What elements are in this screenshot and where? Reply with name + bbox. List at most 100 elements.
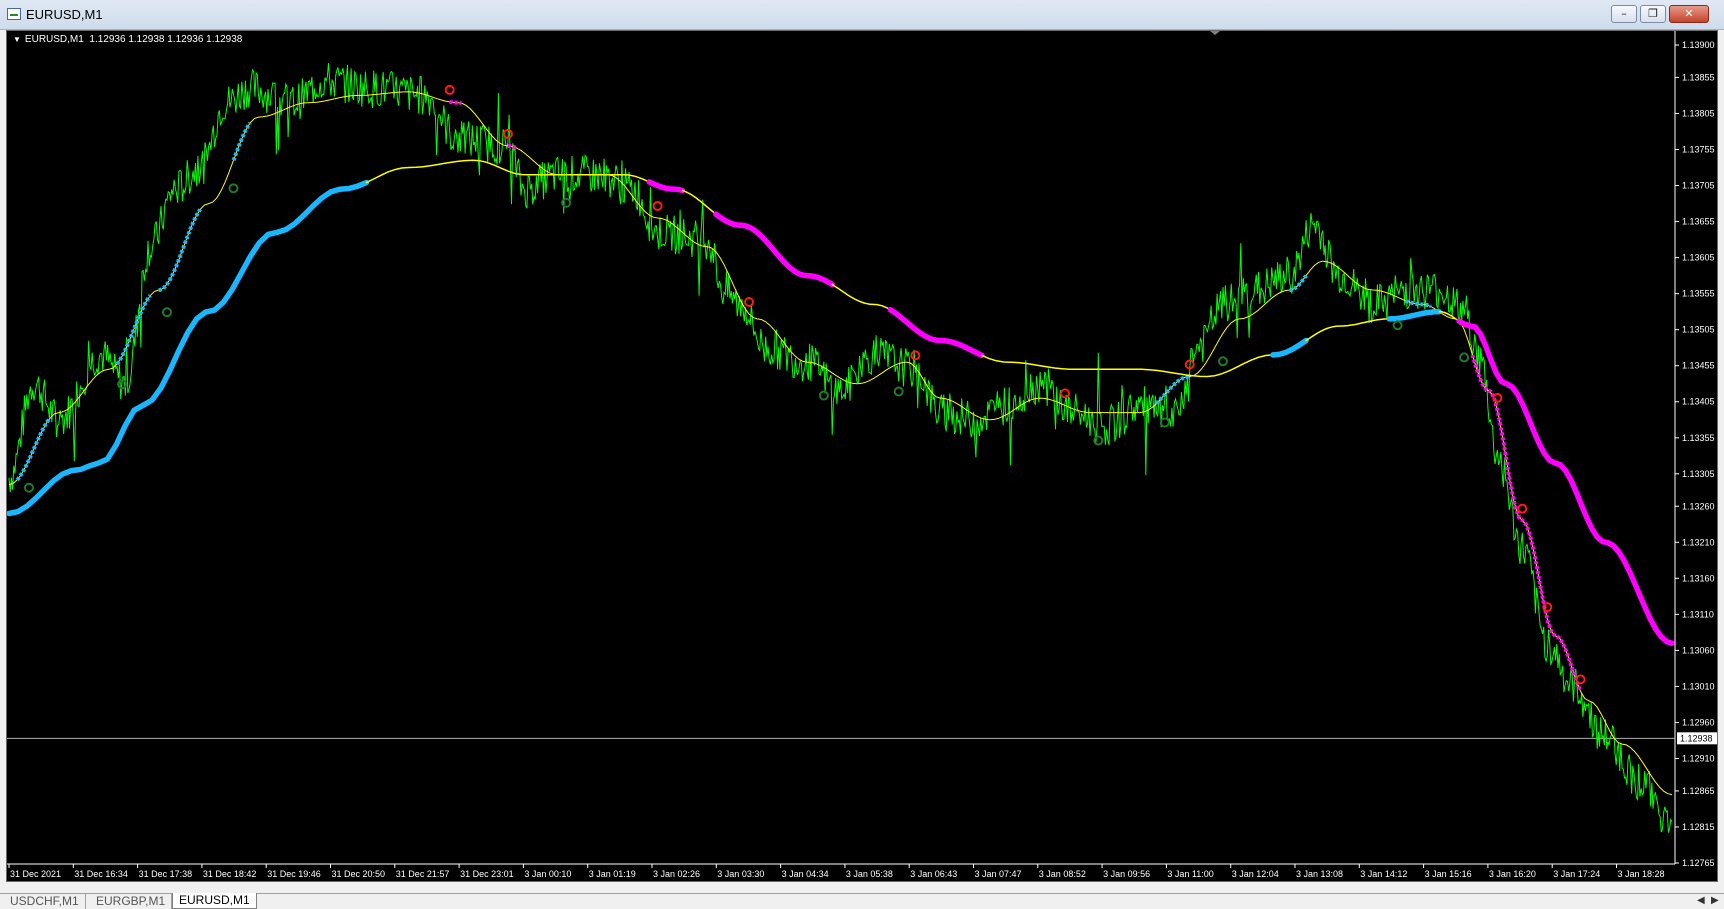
slow-ma-segment-neutral xyxy=(365,159,651,184)
scroll-right-icon[interactable]: ▶ xyxy=(1711,895,1719,906)
y-tick-label: 1.13060 xyxy=(1682,645,1715,655)
x-tick-label: 3 Jan 09:56 xyxy=(1103,869,1150,879)
sell-arrow-icon xyxy=(910,350,921,361)
y-tick-label: 1.13755 xyxy=(1682,145,1715,155)
price-line xyxy=(8,63,1673,833)
x-tick-label: 31 Dec 21:57 xyxy=(396,869,450,879)
y-tick-label: 1.13505 xyxy=(1682,325,1715,335)
y-tick-label: 1.13210 xyxy=(1682,537,1715,547)
sell-arrow-icon xyxy=(1060,388,1071,399)
x-tick-label: 3 Jan 08:52 xyxy=(1039,869,1086,879)
tab-eurusd[interactable]: EURUSD,M1 xyxy=(172,893,257,909)
fast-trend-segment xyxy=(1470,354,1583,693)
y-tick-label: 1.12960 xyxy=(1682,717,1715,727)
x-tick-label: 3 Jan 01:19 xyxy=(589,869,636,879)
dropdown-triangle-icon[interactable]: ▼ xyxy=(13,35,21,44)
buy-arrow-icon xyxy=(1217,356,1228,367)
x-tick-label: 3 Jan 16:20 xyxy=(1489,869,1536,879)
chart-area[interactable]: 1.13900 1.13855 1.13805 1.13755 1.13705 1.136… xyxy=(6,30,1718,882)
current-price-label: 1.12938 xyxy=(1680,733,1713,743)
slow-ma-segment-neutral xyxy=(681,189,717,215)
sell-arrow-icon xyxy=(1492,392,1503,403)
y-tick-label: 1.13455 xyxy=(1682,361,1715,371)
fast-trend-segment xyxy=(231,121,252,162)
y-tick-label: 1.13555 xyxy=(1682,289,1715,299)
chart-shift-marker-icon xyxy=(1210,31,1220,35)
buy-arrow-icon xyxy=(1392,320,1403,331)
x-tick-label: 31 Dec 23:01 xyxy=(460,869,514,879)
y-tick-label: 1.13655 xyxy=(1682,217,1715,227)
scroll-left-icon[interactable]: ◀ xyxy=(1697,895,1705,906)
slow-ma-segment-down xyxy=(713,211,835,288)
x-tick-label: 31 Dec 20:50 xyxy=(332,869,386,879)
x-tick-label: 3 Jan 00:10 xyxy=(524,869,571,879)
restore-icon: ❐ xyxy=(1648,7,1658,20)
x-tick-label: 3 Jan 15:16 xyxy=(1425,869,1472,879)
x-tick-label: 3 Jan 03:30 xyxy=(717,869,764,879)
buy-arrow-icon xyxy=(818,390,829,401)
y-tick-label: 1.12765 xyxy=(1682,858,1715,868)
x-tick-label: 3 Jan 04:34 xyxy=(782,869,829,879)
sell-arrow-icon xyxy=(652,200,663,211)
sell-arrow-icon xyxy=(444,84,455,95)
close-icon: ✕ xyxy=(1684,7,1694,20)
buy-arrow-icon xyxy=(161,307,172,318)
x-tick-label: 3 Jan 17:24 xyxy=(1553,869,1600,879)
y-tick-label: 1.13605 xyxy=(1682,253,1715,263)
slow-ma-segment-neutral xyxy=(1305,318,1391,342)
slow-ma-segment-up xyxy=(1270,337,1309,358)
price-chart[interactable]: 1.13900 1.13855 1.13805 1.13755 1.13705 1.136… xyxy=(7,31,1717,881)
buy-arrow-icon xyxy=(893,386,904,397)
slow-ma-segment-down xyxy=(1456,318,1675,646)
x-tick-label: 3 Jan 13:08 xyxy=(1296,869,1343,879)
fast-trend-segment xyxy=(15,416,53,482)
y-tick-label: 1.13110 xyxy=(1682,609,1714,619)
x-tick-label: 31 Dec 2021 xyxy=(10,869,61,879)
y-tick-label: 1.13160 xyxy=(1682,573,1715,583)
window-titlebar: EURUSD,M1 – ❐ ✕ xyxy=(0,0,1724,30)
x-tick-label: 3 Jan 12:04 xyxy=(1232,869,1279,879)
y-tick-label: 1.13855 xyxy=(1682,72,1715,82)
slow-ma-segment-neutral xyxy=(831,283,892,311)
x-tick-label: 3 Jan 14:12 xyxy=(1360,869,1407,879)
window-title: EURUSD,M1 xyxy=(26,7,103,22)
x-tick-label: 3 Jan 07:47 xyxy=(975,869,1022,879)
y-tick-label: 1.13805 xyxy=(1682,108,1715,118)
x-tick-label: 31 Dec 16:34 xyxy=(74,869,128,879)
y-tick-label: 1.13305 xyxy=(1682,469,1715,479)
x-tick-label: 31 Dec 19:46 xyxy=(267,869,321,879)
y-tick-label: 1.13900 xyxy=(1682,40,1715,50)
x-tick-label: 3 Jan 02:26 xyxy=(653,869,700,879)
minimize-icon: – xyxy=(1621,7,1627,20)
buy-arrow-icon xyxy=(1159,417,1170,428)
y-tick-label: 1.13260 xyxy=(1682,501,1715,511)
buy-arrow-icon xyxy=(1459,352,1470,363)
tab-usdchf[interactable]: USDCHF,M1 xyxy=(4,894,86,909)
slow-ma-segment-down xyxy=(887,306,985,359)
buy-arrow-icon xyxy=(228,183,239,194)
chart-window-icon xyxy=(7,8,21,20)
fast-ma-line xyxy=(8,91,1673,795)
y-tick-label: 1.13010 xyxy=(1682,681,1715,691)
x-tick-label: 31 Dec 17:38 xyxy=(139,869,193,879)
restore-button[interactable]: ❐ xyxy=(1640,5,1666,23)
y-tick-label: 1.13355 xyxy=(1682,433,1715,443)
close-button[interactable]: ✕ xyxy=(1669,5,1709,23)
tab-eurgbp[interactable]: EURGBP,M1 xyxy=(90,894,173,909)
y-tick-label: 1.12815 xyxy=(1682,822,1715,832)
slow-ma-segment-down xyxy=(646,179,686,194)
y-tick-label: 1.13705 xyxy=(1682,181,1715,191)
slow-ma-segment-up xyxy=(1386,308,1442,322)
chart-ohlc: 1.12936 1.12938 1.12936 1.12938 xyxy=(89,34,243,45)
sell-arrow-icon xyxy=(744,297,755,308)
x-tick-label: 3 Jan 06:43 xyxy=(910,869,957,879)
x-tick-label: 3 Jan 11:00 xyxy=(1167,869,1213,879)
chart-symbol: EURUSD,M1 xyxy=(24,34,84,45)
x-tick-label: 31 Dec 18:42 xyxy=(203,869,257,879)
chart-tabs: USDCHF,M1 EURGBP,M1 EURUSD,M1 ◀ ▶ xyxy=(0,893,1724,909)
y-tick-label: 1.12910 xyxy=(1682,753,1715,763)
y-tick-label: 1.12865 xyxy=(1682,786,1715,796)
chart-symbol-header: ▼ EURUSD,M1 1.12936 1.12938 1.12936 1.129… xyxy=(13,34,242,45)
minimize-button[interactable]: – xyxy=(1611,5,1637,23)
x-tick-label: 3 Jan 18:28 xyxy=(1618,869,1665,879)
